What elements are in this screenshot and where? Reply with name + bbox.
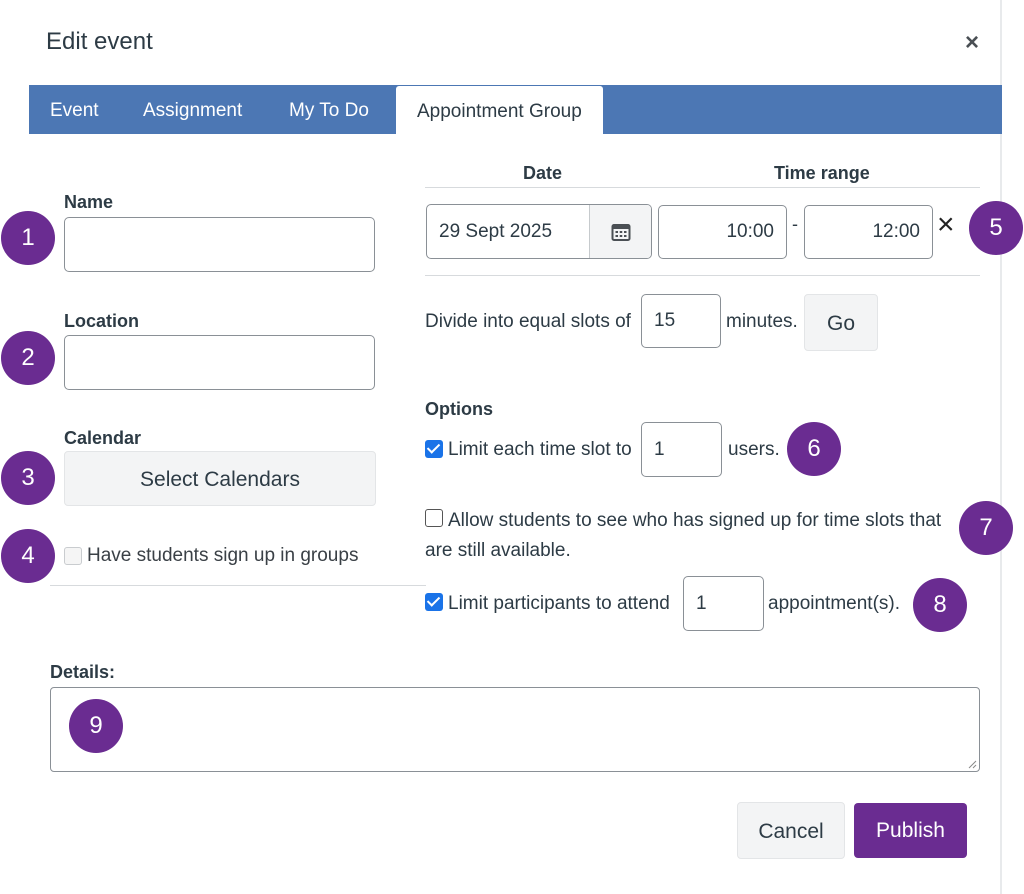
limit-slot-suffix: users. [728,439,780,460]
tab-appointment-group[interactable]: Appointment Group [396,86,603,134]
name-input[interactable] [64,217,375,272]
calendar-icon [611,223,630,241]
end-time-input[interactable] [804,205,933,259]
date-picker-button[interactable] [589,205,651,258]
date-field[interactable]: 29 Sept 2025 [426,204,652,259]
tab-my-to-do[interactable]: My To Do [289,85,369,134]
marker-1: 1 [1,211,55,265]
cancel-button[interactable]: Cancel [737,802,845,859]
limit-participants-checkbox[interactable] [425,593,443,611]
divide-prefix: Divide into equal slots of [425,311,631,332]
slot-minutes-input[interactable] [641,294,721,348]
limit-slot-label: Limit each time slot to [448,439,632,460]
allow-see-signups-label-line1: Allow students to see who has signed up … [448,510,942,531]
start-time-input[interactable] [658,205,787,259]
resize-handle-icon[interactable] [967,759,977,769]
marker-7: 7 [959,501,1013,555]
name-label: Name [64,192,114,212]
dialog-title: Edit event [46,28,153,55]
location-label: Location [64,311,139,331]
marker-5: 5 [969,201,1023,255]
time-dash: - [792,214,798,234]
date-header: Date [523,163,563,183]
date-value: 29 Sept 2025 [439,221,553,242]
marker-3: 3 [1,451,55,505]
select-calendars-button[interactable]: Select Calendars [64,451,376,506]
edit-event-dialog: Edit event × Event Assignment My To Do A… [0,0,1002,894]
location-input[interactable] [64,335,375,390]
sign-up-groups-checkbox[interactable] [64,547,82,565]
limit-participants-suffix: appointment(s). [768,593,901,614]
limit-participants-label: Limit participants to attend [448,593,670,614]
publish-button[interactable]: Publish [854,803,967,858]
allow-see-signups-label-line2: are still available. [425,540,571,561]
limit-participants-input[interactable] [683,576,764,631]
details-label: Details: [50,662,116,682]
marker-8: 8 [913,578,967,632]
tab-assignment[interactable]: Assignment [143,85,242,134]
tab-event[interactable]: Event [50,85,99,134]
divide-suffix: minutes. [726,311,798,332]
marker-6: 6 [787,422,841,476]
limit-slot-checkbox[interactable] [425,440,443,458]
allow-see-signups-checkbox[interactable] [425,509,443,527]
time-range-header: Time range [774,163,870,183]
time-divider [425,275,980,276]
marker-4: 4 [1,529,55,583]
close-icon[interactable]: × [958,28,986,58]
header-divider [425,187,980,188]
go-button[interactable]: Go [804,294,878,351]
limit-slot-input[interactable] [641,422,722,477]
tab-bar: Event Assignment My To Do Appointment Gr… [29,85,1002,134]
options-header: Options [425,399,493,419]
sign-up-groups-label: Have students sign up in groups [87,545,359,566]
marker-2: 2 [1,331,55,385]
marker-9: 9 [69,699,123,753]
details-textarea[interactable] [50,687,980,772]
calendar-label: Calendar [64,428,142,448]
left-divider [50,585,426,586]
remove-time-slot-icon[interactable]: × [937,208,955,242]
